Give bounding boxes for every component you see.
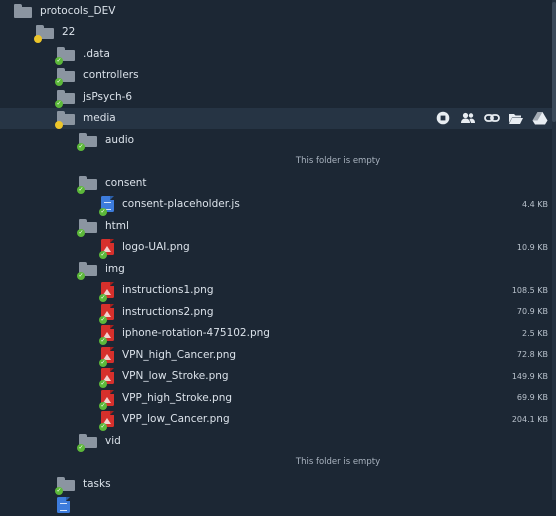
- tree-row-file[interactable]: ✓ iphone-rotation-475102.png 2.5 KB: [0, 323, 556, 345]
- folder-icon: ✓: [79, 176, 97, 190]
- open-folder-icon[interactable]: [508, 111, 522, 125]
- folder-label: img: [105, 263, 125, 275]
- folder-icon: ✓: [79, 434, 97, 448]
- file-label: VPN_high_Cancer.png: [122, 349, 236, 361]
- sync-ok-icon: ✓: [77, 444, 85, 452]
- scrollbar[interactable]: [552, 0, 556, 500]
- folder-label: tasks: [83, 478, 111, 490]
- link-icon[interactable]: [484, 111, 498, 125]
- tree-row-file[interactable]: ✓ VPP_low_Cancer.png 204.1 KB: [0, 409, 556, 431]
- folder-icon: [57, 111, 75, 125]
- folder-icon: ✓: [57, 477, 75, 491]
- folder-icon: ✓: [57, 68, 75, 82]
- js-file-icon: ✓: [101, 196, 114, 212]
- file-label: instructions2.png: [122, 306, 214, 318]
- file-label: consent-placeholder.js: [122, 198, 240, 210]
- tree-row-audio[interactable]: ✓ audio: [0, 129, 556, 151]
- file-size: 108.5 KB: [512, 286, 548, 295]
- tree-row-partial[interactable]: [0, 495, 556, 516]
- folder-label: consent: [105, 177, 147, 189]
- scrollbar-thumb[interactable]: [552, 2, 556, 122]
- file-label: iphone-rotation-475102.png: [122, 327, 270, 339]
- share-users-icon[interactable]: [460, 111, 474, 125]
- stop-icon[interactable]: [436, 111, 450, 125]
- file-tree: protocols_DEV 22 ✓ .data ✓ controllers ✓…: [0, 0, 556, 516]
- tree-row-consent[interactable]: ✓ consent: [0, 172, 556, 194]
- file-size: 2.5 KB: [522, 329, 548, 338]
- folder-label: vid: [105, 435, 121, 447]
- tree-row-file[interactable]: ✓ consent-placeholder.js 4.4 KB: [0, 194, 556, 216]
- image-file-icon: ✓: [101, 304, 114, 320]
- tree-row-tasks[interactable]: ✓ tasks: [0, 473, 556, 495]
- folder-icon: ✓: [57, 47, 75, 61]
- drive-icon[interactable]: [532, 111, 546, 125]
- tree-row-vid[interactable]: ✓ vid: [0, 430, 556, 452]
- empty-folder-message: This folder is empty: [0, 151, 556, 173]
- tree-row-jspsych[interactable]: ✓ jsPsych-6: [0, 86, 556, 108]
- folder-label: html: [105, 220, 129, 232]
- folder-label: jsPsych-6: [83, 91, 132, 103]
- row-actions: [436, 108, 546, 130]
- empty-folder-message: This folder is empty: [0, 452, 556, 474]
- file-label: logo-UAI.png: [122, 241, 190, 253]
- file-size: 4.4 KB: [522, 200, 548, 209]
- image-file-icon: ✓: [101, 325, 114, 341]
- tree-row-file[interactable]: ✓ VPN_high_Cancer.png 72.8 KB: [0, 344, 556, 366]
- tree-row-file[interactable]: ✓ instructions1.png 108.5 KB: [0, 280, 556, 302]
- file-size: 149.9 KB: [512, 372, 548, 381]
- folder-icon: ✓: [57, 90, 75, 104]
- file-size: 72.8 KB: [517, 350, 548, 359]
- tree-row-data[interactable]: ✓ .data: [0, 43, 556, 65]
- tree-row-img[interactable]: ✓ img: [0, 258, 556, 280]
- tree-row-file[interactable]: ✓ instructions2.png 70.9 KB: [0, 301, 556, 323]
- folder-icon: [14, 4, 32, 18]
- folder-label: controllers: [83, 69, 139, 81]
- folder-icon: [36, 25, 54, 39]
- folder-icon: ✓: [79, 262, 97, 276]
- file-size: 69.9 KB: [517, 393, 548, 402]
- file-label: VPP_low_Cancer.png: [122, 413, 230, 425]
- image-file-icon: ✓: [101, 239, 114, 255]
- tree-row-protocols-dev[interactable]: protocols_DEV: [0, 0, 556, 22]
- folder-label: 22: [62, 26, 75, 38]
- image-file-icon: ✓: [101, 368, 114, 384]
- file-label: VPP_high_Stroke.png: [122, 392, 232, 404]
- file-size: 70.9 KB: [517, 307, 548, 316]
- folder-label: media: [83, 112, 116, 124]
- sync-ok-icon: ✓: [77, 143, 85, 151]
- tree-row-22[interactable]: 22: [0, 22, 556, 44]
- file-size: 204.1 KB: [512, 415, 548, 424]
- image-file-icon: ✓: [101, 390, 114, 406]
- folder-icon: ✓: [79, 133, 97, 147]
- tree-row-controllers[interactable]: ✓ controllers: [0, 65, 556, 87]
- folder-label: .data: [83, 48, 110, 60]
- file-size: 10.9 KB: [517, 243, 548, 252]
- folder-label: protocols_DEV: [40, 5, 115, 17]
- tree-row-file[interactable]: ✓ VPN_low_Stroke.png 149.9 KB: [0, 366, 556, 388]
- tree-row-html[interactable]: ✓ html: [0, 215, 556, 237]
- image-file-icon: ✓: [101, 347, 114, 363]
- folder-icon: ✓: [79, 219, 97, 233]
- tree-row-file[interactable]: ✓ VPP_high_Stroke.png 69.9 KB: [0, 387, 556, 409]
- tree-row-file[interactable]: ✓ logo-UAI.png 10.9 KB: [0, 237, 556, 259]
- tree-row-media[interactable]: media: [0, 108, 556, 130]
- file-label: instructions1.png: [122, 284, 214, 296]
- file-label: VPN_low_Stroke.png: [122, 370, 229, 382]
- image-file-icon: ✓: [101, 411, 114, 427]
- folder-label: audio: [105, 134, 134, 146]
- image-file-icon: ✓: [101, 282, 114, 298]
